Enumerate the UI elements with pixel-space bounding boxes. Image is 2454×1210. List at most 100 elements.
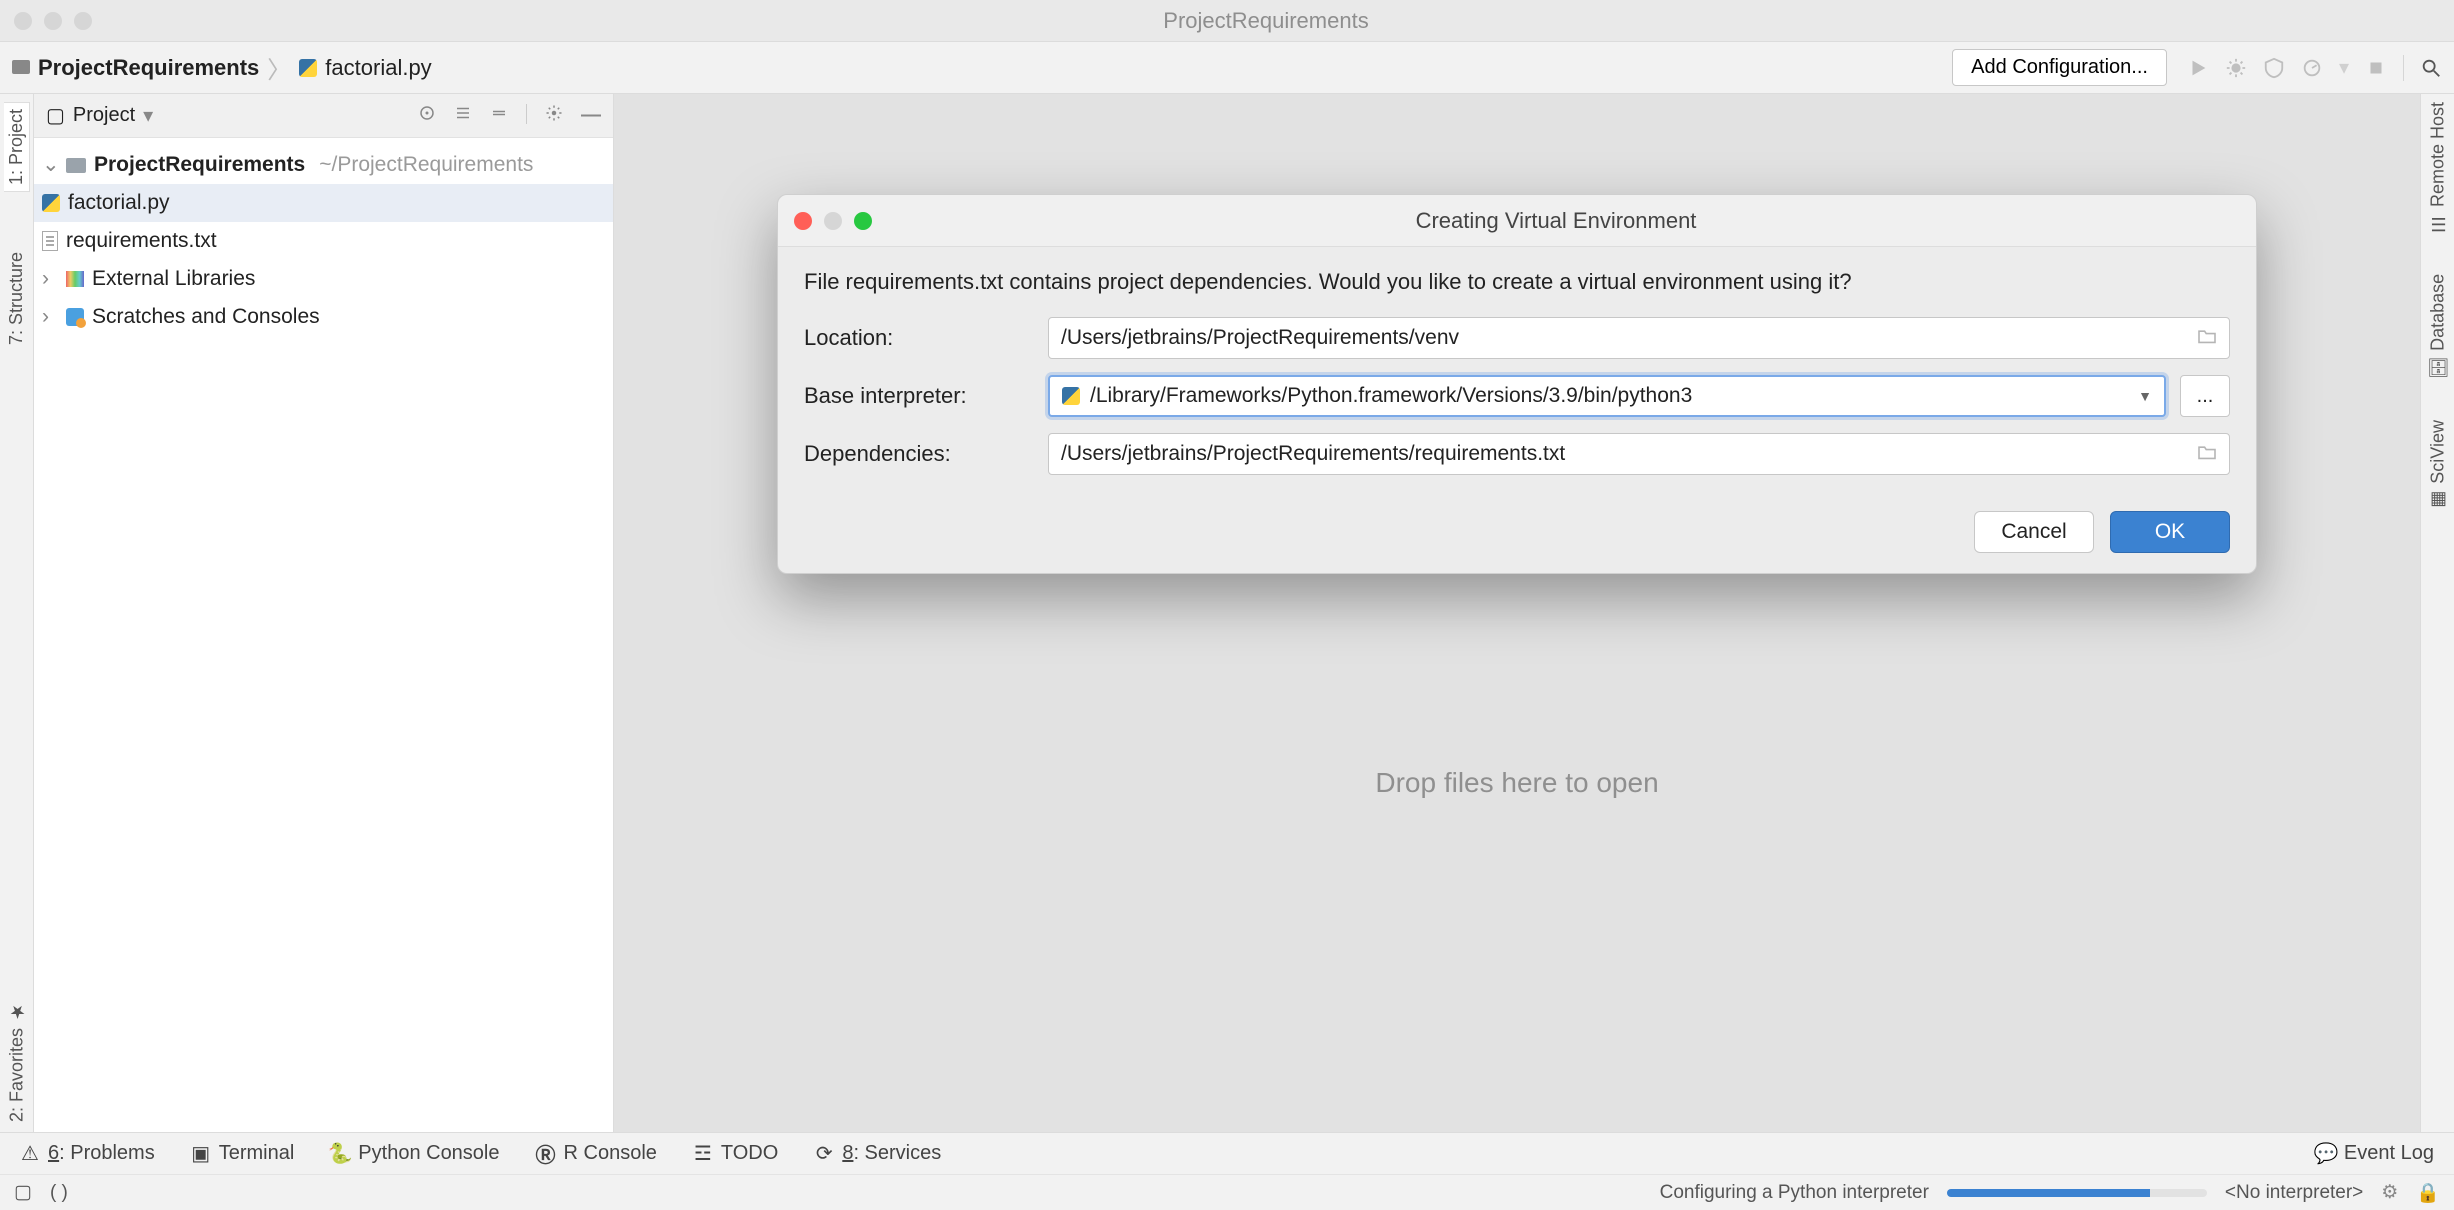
folder-icon xyxy=(66,158,86,173)
coverage-icon[interactable] xyxy=(2263,57,2285,79)
todo-tab[interactable]: ☲ TODO xyxy=(693,1142,778,1165)
interpreter-select[interactable]: /Library/Frameworks/Python.framework/Ver… xyxy=(1048,375,2166,417)
dialog-title: Creating Virtual Environment xyxy=(872,208,2240,234)
run-icon[interactable] xyxy=(2187,57,2209,79)
left-tool-rail: 1: Project 7: Structure 2: Favorites ★ xyxy=(0,94,34,1132)
tool-windows-icon[interactable]: ▢ xyxy=(14,1181,32,1204)
tree-root-label: ProjectRequirements xyxy=(94,146,305,184)
cancel-button[interactable]: Cancel xyxy=(1974,511,2094,553)
interpreter-browse-button[interactable]: ... xyxy=(2180,375,2230,417)
add-configuration-button[interactable]: Add Configuration... xyxy=(1952,49,2167,86)
window-title: ProjectRequirements xyxy=(92,8,2440,34)
progress-fill xyxy=(1947,1189,2150,1197)
gear-icon[interactable] xyxy=(545,104,563,128)
status-task-label: Configuring a Python interpreter xyxy=(1660,1182,1929,1204)
python-file-icon xyxy=(42,194,60,212)
services-label: : Services xyxy=(853,1142,941,1164)
ide-status-icon[interactable]: ⚙ xyxy=(2381,1181,2398,1204)
editor-empty-area[interactable]: Drop files here to open Creating Virtual… xyxy=(614,94,2420,1132)
python-console-label: Python Console xyxy=(358,1142,499,1165)
project-header-label[interactable]: Project xyxy=(73,104,135,127)
location-input[interactable]: /Users/jetbrains/ProjectRequirements/ven… xyxy=(1048,317,2230,359)
dialog-zoom-dot[interactable] xyxy=(854,212,872,230)
problems-tab[interactable]: ⚠ 6: Problems xyxy=(20,1142,155,1165)
r-icon: Ⓡ xyxy=(536,1144,556,1164)
sciview-icon: ▦ xyxy=(2427,490,2449,511)
terminal-icon: ▣ xyxy=(191,1144,211,1164)
profile-icon[interactable] xyxy=(2301,57,2323,79)
expand-all-icon[interactable] xyxy=(454,104,472,128)
terminal-tab[interactable]: ▣ Terminal xyxy=(191,1142,295,1165)
rail-tab-project-label: 1: Project xyxy=(6,109,27,185)
zoom-window-dot[interactable] xyxy=(74,12,92,30)
python-file-icon xyxy=(299,59,317,77)
stop-icon[interactable] xyxy=(2365,57,2387,79)
rail-tab-database-label: Database xyxy=(2427,274,2448,351)
browse-folder-icon[interactable] xyxy=(2197,326,2217,350)
project-tool-window: ▢ Project ▾ — ⌄ ProjectRequirements ~/Pr… xyxy=(34,94,614,1132)
rail-tab-favorites[interactable]: 2: Favorites ★ xyxy=(6,1001,28,1122)
close-window-dot[interactable] xyxy=(14,12,32,30)
create-venv-dialog: Creating Virtual Environment File requir… xyxy=(777,194,2257,574)
collapse-all-icon[interactable] xyxy=(490,104,508,128)
run-toolbar: ▾ xyxy=(2187,55,2442,81)
tree-file-req[interactable]: requirements.txt xyxy=(34,222,613,260)
breadcrumb: ProjectRequirements 〉 factorial.py xyxy=(12,50,432,85)
bottom-tool-strip: ⚠ 6: Problems ▣ Terminal 🐍 Python Consol… xyxy=(0,1132,2454,1174)
dialog-close-dot[interactable] xyxy=(794,212,812,230)
chevron-down-icon[interactable]: ▾ xyxy=(143,103,153,128)
breadcrumb-root[interactable]: ProjectRequirements xyxy=(38,55,259,81)
breadcrumb-file[interactable]: factorial.py xyxy=(325,55,431,81)
event-log-label: Event Log xyxy=(2344,1142,2434,1165)
rail-tab-structure[interactable]: 7: Structure xyxy=(6,252,27,345)
r-console-tab[interactable]: Ⓡ R Console xyxy=(536,1142,657,1165)
breadcrumb-separator: 〉 xyxy=(267,50,291,85)
problems-accel: 6 xyxy=(48,1142,59,1164)
drop-files-hint: Drop files here to open xyxy=(1375,767,1658,799)
interpreter-label: Base interpreter: xyxy=(804,383,1034,409)
minimize-window-dot[interactable] xyxy=(44,12,62,30)
chevron-right-icon: › xyxy=(42,260,58,298)
locate-icon[interactable] xyxy=(418,104,436,128)
remote-host-icon: ☰ xyxy=(2427,213,2449,234)
rail-tab-project[interactable]: 1: Project xyxy=(4,102,30,192)
tree-external-libraries[interactable]: › External Libraries xyxy=(34,260,613,298)
status-misc-icon[interactable]: ( ) xyxy=(50,1182,68,1204)
todo-label: TODO xyxy=(721,1142,778,1165)
rail-tab-database[interactable]: 🗄 Database xyxy=(2427,274,2449,380)
tree-scratches-label: Scratches and Consoles xyxy=(92,298,320,336)
browse-folder-icon[interactable] xyxy=(2197,442,2217,466)
rail-tab-remote-host[interactable]: ☰ Remote Host xyxy=(2427,102,2449,234)
dialog-minimize-dot xyxy=(824,212,842,230)
search-everywhere-icon[interactable] xyxy=(2420,57,2442,79)
lock-icon[interactable]: 🔒 xyxy=(2416,1181,2440,1205)
status-bar: ▢ ( ) Configuring a Python interpreter <… xyxy=(0,1174,2454,1210)
traffic-lights xyxy=(14,12,92,30)
python-icon: 🐍 xyxy=(330,1144,350,1164)
debug-icon[interactable] xyxy=(2225,57,2247,79)
event-log-tab[interactable]: 💬 Event Log xyxy=(2316,1142,2434,1165)
tree-scratches[interactable]: › Scratches and Consoles xyxy=(34,298,613,336)
event-log-icon: 💬 xyxy=(2316,1144,2336,1164)
location-value: /Users/jetbrains/ProjectRequirements/ven… xyxy=(1061,326,1459,350)
rail-tab-structure-label: 7: Structure xyxy=(6,252,27,345)
tree-file-py-label: factorial.py xyxy=(68,184,170,222)
tree-file-py[interactable]: factorial.py xyxy=(34,184,613,222)
rail-tab-favorites-label: 2: Favorites xyxy=(6,1028,27,1122)
project-header: ▢ Project ▾ — xyxy=(34,94,613,138)
ok-button[interactable]: OK xyxy=(2110,511,2230,553)
hide-icon[interactable]: — xyxy=(581,104,601,128)
project-tree: ⌄ ProjectRequirements ~/ProjectRequireme… xyxy=(34,138,613,344)
database-icon: 🗄 xyxy=(2427,357,2449,380)
services-tab[interactable]: ⟳ 8: Services xyxy=(814,1142,941,1165)
python-console-tab[interactable]: 🐍 Python Console xyxy=(330,1142,499,1165)
dependencies-input[interactable]: /Users/jetbrains/ProjectRequirements/req… xyxy=(1048,433,2230,475)
warning-icon: ⚠ xyxy=(20,1144,40,1164)
interpreter-status[interactable]: <No interpreter> xyxy=(2225,1182,2363,1204)
rail-tab-sciview[interactable]: ▦ SciView xyxy=(2427,420,2449,511)
chevron-down-icon: ⌄ xyxy=(42,146,58,184)
terminal-label: Terminal xyxy=(219,1142,295,1165)
progress-bar[interactable] xyxy=(1947,1189,2207,1197)
dialog-traffic-lights xyxy=(794,212,872,230)
tree-root-row[interactable]: ⌄ ProjectRequirements ~/ProjectRequireme… xyxy=(34,146,613,184)
